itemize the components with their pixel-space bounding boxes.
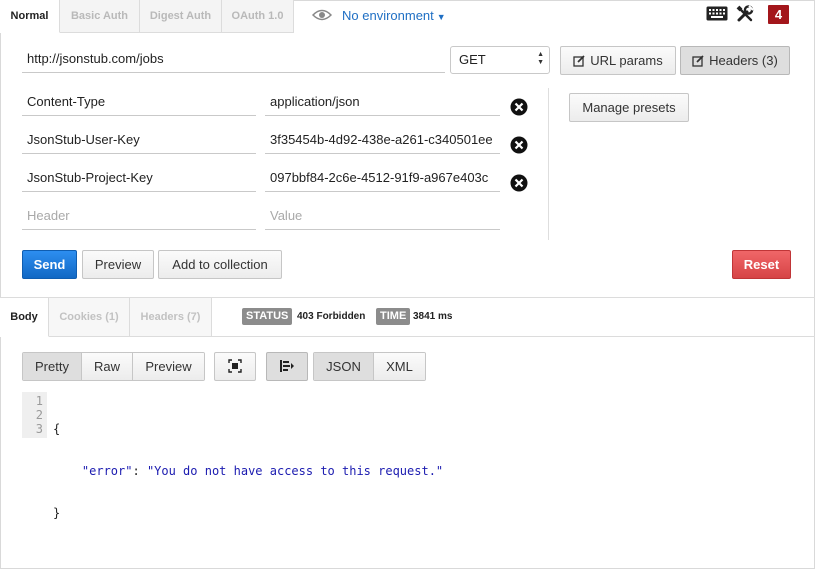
new-header-value-input[interactable]: Value bbox=[265, 203, 500, 230]
new-header-key-input[interactable]: Header bbox=[22, 203, 256, 230]
remove-header-icon[interactable] bbox=[510, 136, 528, 154]
code-lines: { "error": "You do not have access to th… bbox=[53, 394, 443, 548]
header-value-input[interactable]: 097bbf84-2c6e-4512-91f9-a967e403c bbox=[265, 165, 500, 192]
line-gutter: 1 2 3 bbox=[22, 392, 47, 438]
environment-selector[interactable]: No environment ▼ bbox=[311, 0, 446, 33]
wrap-lines-icon bbox=[279, 359, 295, 374]
top-bar: Normal Basic Auth Digest Auth OAuth 1.0 … bbox=[0, 0, 815, 33]
close-brace: } bbox=[53, 506, 61, 520]
json-colon: : bbox=[132, 464, 147, 478]
headers-button[interactable]: Headers (3) bbox=[680, 46, 790, 75]
time-label: TIME bbox=[376, 308, 411, 325]
json-button[interactable]: JSON bbox=[314, 353, 374, 380]
panel-divider bbox=[548, 88, 549, 240]
time-value: 3841 ms bbox=[413, 311, 453, 322]
preview-mode-button[interactable]: Preview bbox=[133, 353, 204, 380]
method-value: GET bbox=[459, 52, 486, 67]
tab-cookies[interactable]: Cookies (1) bbox=[49, 298, 130, 337]
line-number: 2 bbox=[35, 408, 43, 422]
fullscreen-button[interactable] bbox=[214, 352, 256, 381]
tab-response-headers[interactable]: Headers (7) bbox=[130, 298, 212, 337]
status-value: 403 Forbidden bbox=[297, 311, 366, 322]
method-select[interactable]: GET ▲ ▼ bbox=[450, 46, 550, 74]
code-line: } bbox=[53, 506, 443, 520]
wrap-lines-button[interactable] bbox=[266, 352, 308, 381]
header-value-input[interactable]: application/json bbox=[265, 89, 500, 116]
send-button[interactable]: Send bbox=[22, 250, 77, 279]
header-value-input[interactable]: 3f35454b-4d92-438e-a261-c340501ee bbox=[265, 127, 500, 154]
header-key-input[interactable]: Content-Type bbox=[22, 89, 256, 116]
wrench-icon[interactable] bbox=[736, 5, 754, 26]
line-number: 1 bbox=[35, 394, 43, 408]
select-arrows-icon: ▲ ▼ bbox=[537, 51, 544, 66]
tabs-baseline bbox=[212, 336, 815, 337]
json-string-value: "You do not have access to this request.… bbox=[146, 464, 444, 478]
remove-header-icon[interactable] bbox=[510, 98, 528, 116]
add-to-collection-button[interactable]: Add to collection bbox=[158, 250, 282, 279]
remove-header-icon[interactable] bbox=[510, 174, 528, 192]
url-input[interactable]: http://jsonstub.com/jobs bbox=[22, 46, 445, 73]
reset-button[interactable]: Reset bbox=[732, 250, 791, 279]
header-key-input[interactable]: JsonStub-User-Key bbox=[22, 127, 256, 154]
edit-icon bbox=[692, 49, 704, 76]
format-group: JSON XML bbox=[313, 352, 426, 381]
environment-label: No environment bbox=[342, 8, 434, 23]
edit-icon bbox=[573, 49, 585, 76]
raw-button[interactable]: Raw bbox=[82, 353, 133, 380]
eye-icon bbox=[311, 1, 333, 32]
tab-oauth[interactable]: OAuth 1.0 bbox=[222, 0, 294, 33]
json-key: "error" bbox=[81, 464, 133, 478]
tab-basic-auth[interactable]: Basic Auth bbox=[60, 0, 140, 33]
line-number: 3 bbox=[35, 422, 43, 436]
caret-down-icon: ▼ bbox=[436, 12, 446, 22]
headers-label: Headers (3) bbox=[709, 53, 778, 68]
xml-button[interactable]: XML bbox=[374, 353, 425, 380]
keyboard-icon[interactable] bbox=[706, 6, 728, 24]
fullscreen-icon bbox=[228, 359, 242, 374]
tab-body[interactable]: Body bbox=[0, 298, 49, 337]
tab-digest-auth[interactable]: Digest Auth bbox=[140, 0, 222, 33]
header-key-input[interactable]: JsonStub-Project-Key bbox=[22, 165, 256, 192]
url-params-label: URL params bbox=[590, 53, 663, 68]
code-line: "error": "You do not have access to this… bbox=[53, 464, 443, 478]
manage-presets-button[interactable]: Manage presets bbox=[569, 93, 689, 122]
pretty-button[interactable]: Pretty bbox=[23, 353, 82, 380]
notification-badge[interactable]: 4 bbox=[768, 5, 789, 24]
open-brace: { bbox=[53, 422, 61, 436]
status-label: STATUS bbox=[242, 308, 293, 325]
tab-normal[interactable]: Normal bbox=[0, 0, 60, 33]
view-mode-group: Pretty Raw Preview bbox=[22, 352, 205, 381]
preview-button[interactable]: Preview bbox=[82, 250, 154, 279]
response-body[interactable]: 1 2 3 { "error": "You do not have access… bbox=[22, 392, 522, 520]
code-line: { bbox=[53, 422, 443, 436]
url-params-button[interactable]: URL params bbox=[560, 46, 676, 75]
